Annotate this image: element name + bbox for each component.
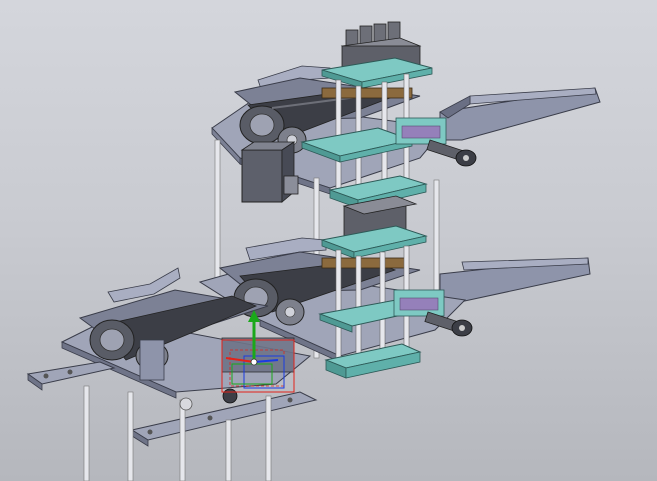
lower-legs xyxy=(83,385,272,481)
top-discharge-chute[interactable] xyxy=(439,87,601,141)
cad-3d-viewport[interactable] xyxy=(0,0,657,481)
left-mounting-arm[interactable] xyxy=(26,361,116,391)
assembly-model[interactable] xyxy=(0,0,657,481)
middle-discharge-chute[interactable] xyxy=(439,257,591,303)
top-gear-motor[interactable] xyxy=(240,141,299,203)
